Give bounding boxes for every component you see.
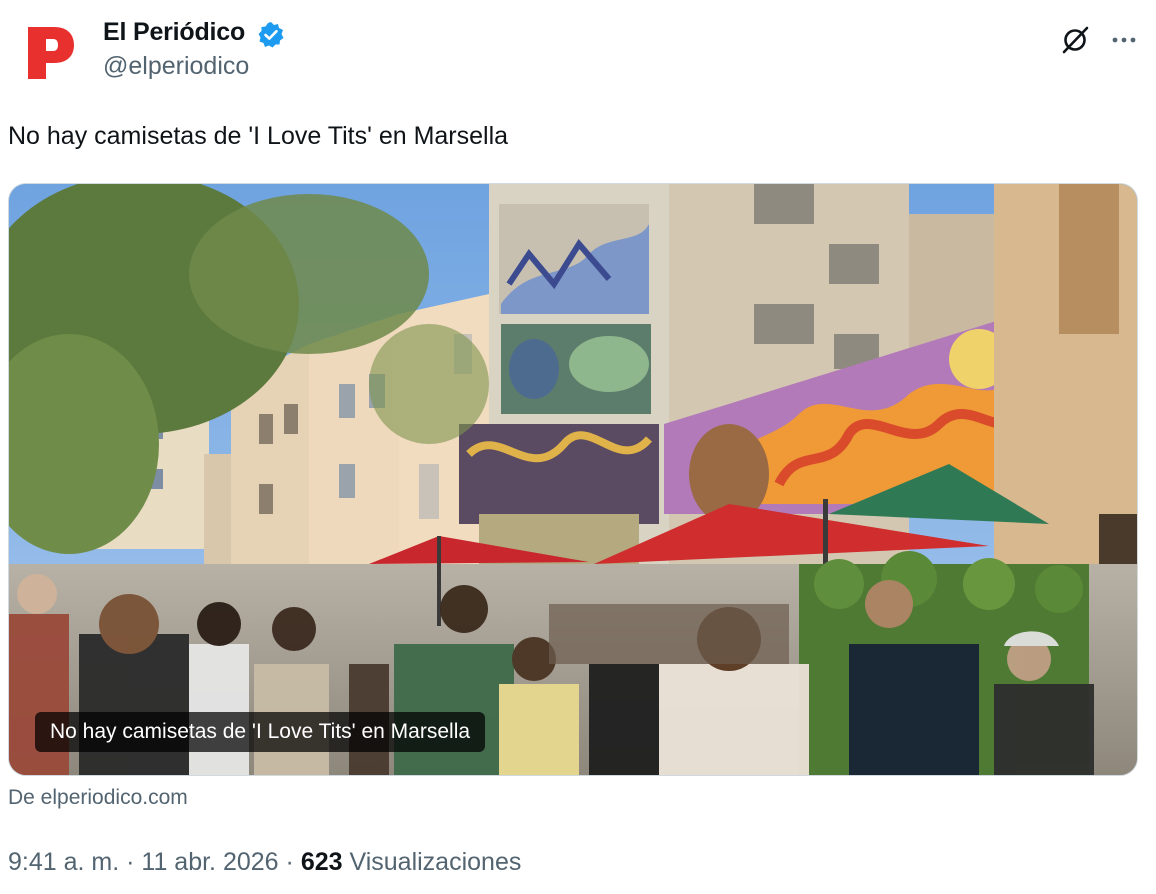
tweet-date[interactable]: 11 abr. 2026 bbox=[141, 848, 278, 876]
tweet-text: No hay camisetas de 'I Love Tits' en Mar… bbox=[8, 122, 509, 150]
tweet-meta: 9:41 a. m. · 11 abr. 2026 · 623 Visualiz… bbox=[8, 848, 521, 877]
display-name[interactable]: El Periódico bbox=[103, 18, 245, 47]
avatar-logo bbox=[28, 27, 74, 79]
separator: · bbox=[126, 848, 135, 876]
verified-badge-icon[interactable] bbox=[257, 21, 285, 49]
more-options-icon[interactable] bbox=[1108, 26, 1140, 54]
separator: · bbox=[285, 848, 294, 876]
avatar[interactable] bbox=[8, 10, 88, 90]
street-photo bbox=[9, 184, 1137, 775]
image-caption: No hay camisetas de 'I Love Tits' en Mar… bbox=[35, 712, 486, 752]
tweet-time[interactable]: 9:41 a. m. bbox=[8, 848, 119, 876]
handle[interactable]: @elperiodico bbox=[103, 52, 249, 81]
grok-icon[interactable] bbox=[1059, 24, 1091, 56]
link-source[interactable]: De elperiodico.com bbox=[8, 786, 188, 810]
views-count: 623 bbox=[300, 848, 343, 876]
link-card-image[interactable]: No hay camisetas de 'I Love Tits' en Mar… bbox=[8, 183, 1138, 776]
views-label: Visualizaciones bbox=[349, 848, 522, 876]
